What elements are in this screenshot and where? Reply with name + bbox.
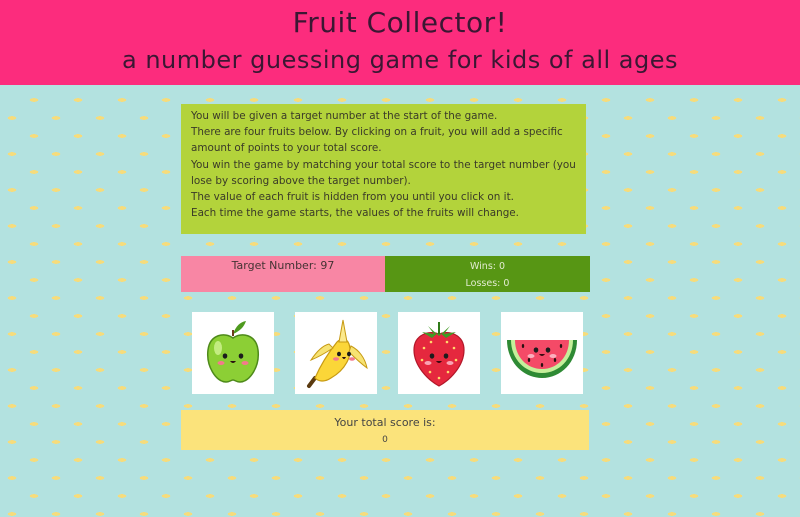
target-number: Target Number: 97 bbox=[181, 256, 385, 292]
banana-icon bbox=[307, 319, 368, 388]
win-loss-record: Wins: 0 Losses: 0 bbox=[385, 256, 590, 292]
page-title: Fruit Collector! bbox=[292, 6, 508, 39]
page-subtitle: a number guessing game for kids of all a… bbox=[121, 46, 678, 74]
fruit-banana-button[interactable] bbox=[295, 312, 377, 394]
instruction-line: You will be given a target number at the… bbox=[191, 110, 498, 122]
instructions-panel: You will be given a target number at the… bbox=[181, 104, 586, 234]
strawberry-icon bbox=[413, 322, 465, 387]
header-banner: Fruit Collector! a number guessing game … bbox=[0, 0, 800, 85]
apple-icon bbox=[207, 321, 259, 383]
instruction-line: You win the game by matching your total … bbox=[191, 158, 576, 187]
instruction-line: There are four fruits below. By clicking… bbox=[191, 126, 563, 155]
score-value: 0 bbox=[382, 435, 388, 445]
score-label: Your total score is: bbox=[334, 416, 436, 429]
fruit-strawberry-button[interactable] bbox=[398, 312, 480, 394]
score-panel: Your total score is: 0 bbox=[181, 410, 589, 450]
instruction-line: Each time the game starts, the values of… bbox=[191, 207, 519, 220]
losses-count: Losses: 0 bbox=[465, 278, 510, 289]
wins-count: Wins: 0 bbox=[469, 261, 506, 272]
instruction-line: The value of each fruit is hidden from y… bbox=[191, 191, 514, 204]
fruit-apple-button[interactable] bbox=[192, 312, 274, 394]
watermelon-icon bbox=[507, 340, 577, 378]
fruit-watermelon-button[interactable] bbox=[501, 312, 583, 394]
